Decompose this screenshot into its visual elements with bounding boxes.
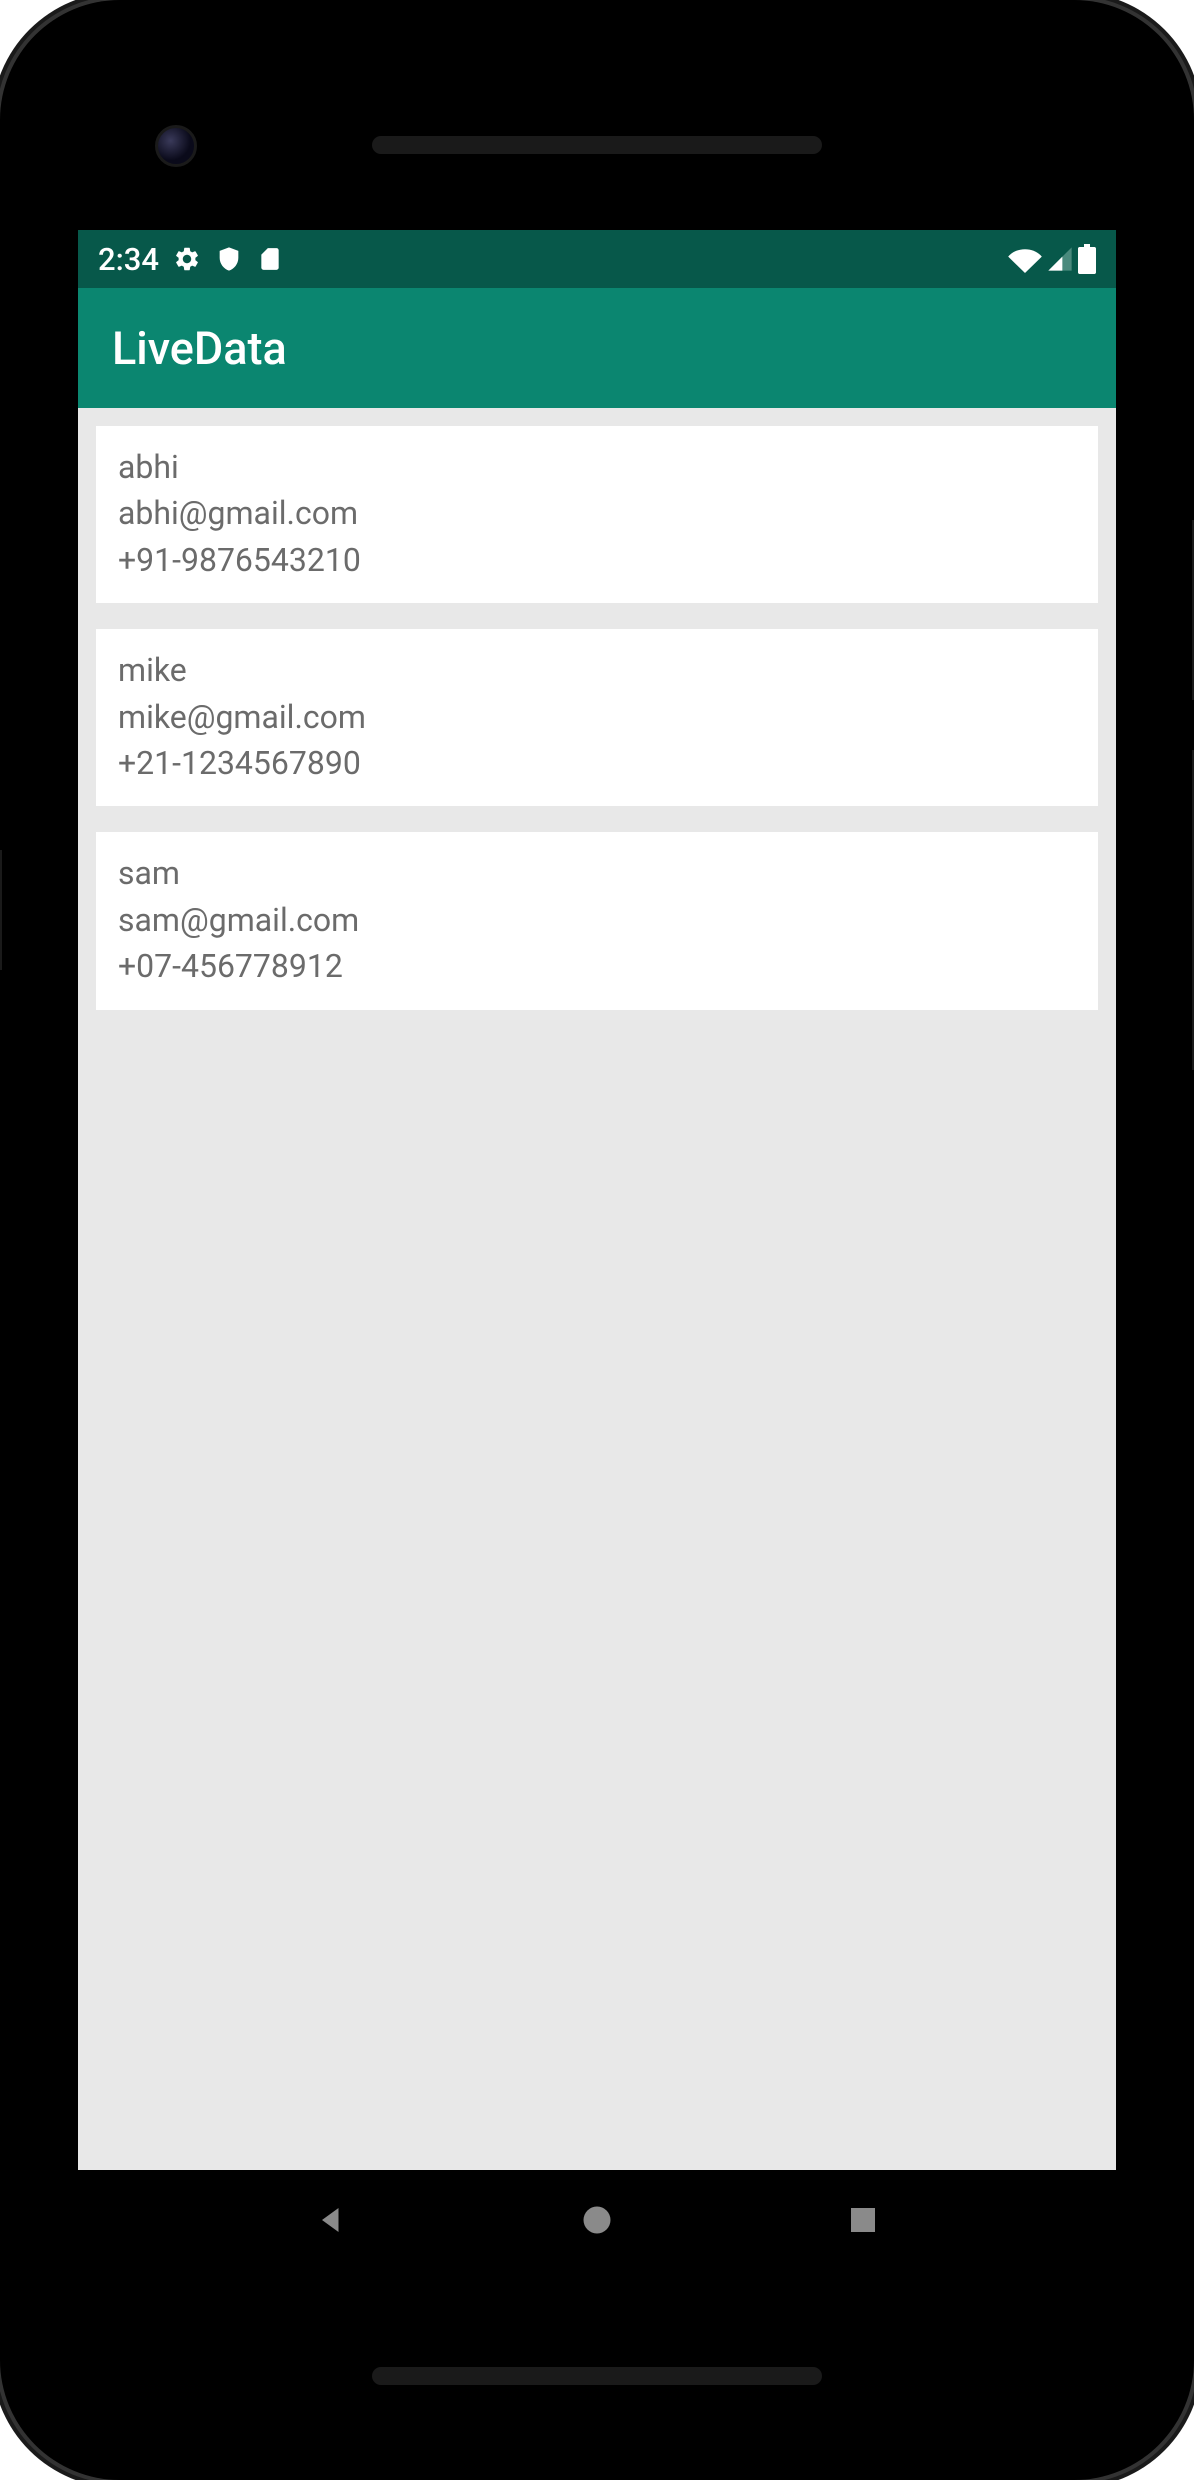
back-button[interactable] [306, 2195, 356, 2245]
contact-name: mike [118, 647, 1076, 693]
front-camera [155, 125, 197, 167]
side-button[interactable] [0, 850, 2, 970]
bottom-speaker [372, 2367, 822, 2385]
list-item[interactable]: mike mike@gmail.com +21-1234567890 [96, 629, 1098, 806]
status-bar: 2:34 [78, 230, 1116, 288]
contact-phone: +91-9876543210 [118, 537, 1076, 583]
content-area[interactable]: abhi abhi@gmail.com +91-9876543210 mike … [78, 408, 1116, 1010]
contact-phone: +07-456778912 [118, 943, 1076, 989]
battery-icon [1078, 244, 1096, 274]
home-button[interactable] [572, 2195, 622, 2245]
device-frame: 2:34 [0, 0, 1194, 2480]
contact-email: sam@gmail.com [118, 897, 1076, 943]
contact-name: abhi [118, 444, 1076, 490]
list-item[interactable]: sam sam@gmail.com +07-456778912 [96, 832, 1098, 1009]
sd-card-icon [257, 246, 283, 272]
status-left: 2:34 [98, 241, 283, 278]
app-title: LiveData [112, 322, 287, 375]
shield-icon [215, 245, 243, 273]
contact-email: mike@gmail.com [118, 694, 1076, 740]
status-time: 2:34 [98, 241, 159, 278]
navigation-bar [78, 2170, 1116, 2270]
contact-phone: +21-1234567890 [118, 740, 1076, 786]
screen: 2:34 [78, 230, 1116, 2270]
device-inner: 2:34 [30, 30, 1164, 2450]
contact-email: abhi@gmail.com [118, 490, 1076, 536]
app-bar: LiveData [78, 288, 1116, 408]
recent-apps-button[interactable] [838, 2195, 888, 2245]
list-item[interactable]: abhi abhi@gmail.com +91-9876543210 [96, 426, 1098, 603]
signal-icon [1046, 245, 1074, 273]
earpiece-speaker [372, 136, 822, 154]
contact-name: sam [118, 850, 1076, 896]
settings-icon [173, 245, 201, 273]
wifi-icon [1008, 245, 1042, 273]
status-right [1008, 244, 1096, 274]
